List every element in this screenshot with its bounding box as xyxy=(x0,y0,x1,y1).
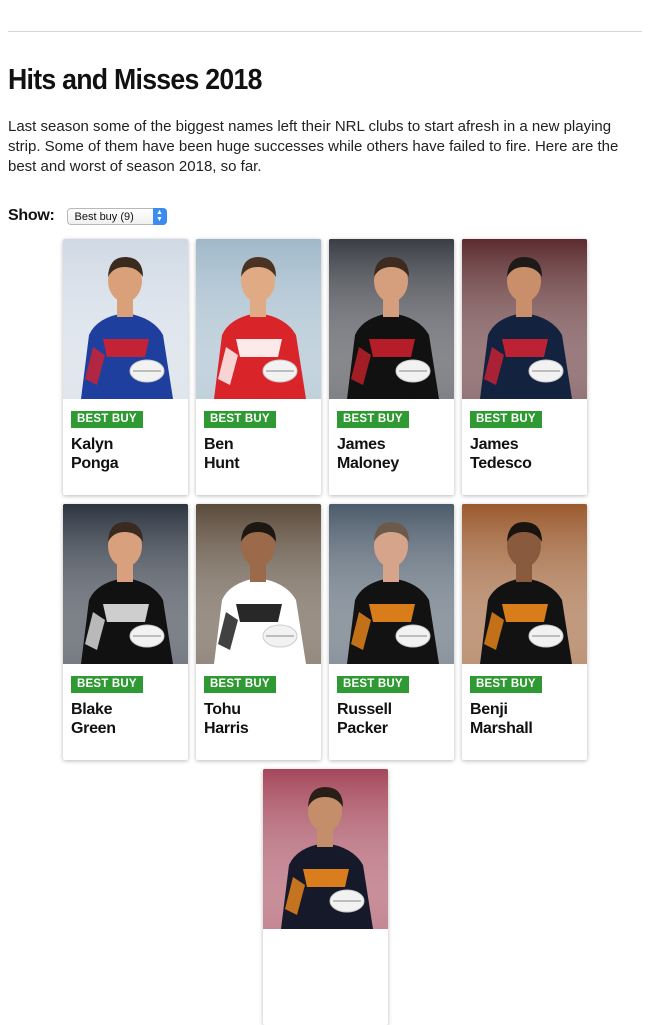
player-first-name: Ben xyxy=(204,436,234,453)
player-photo-illustration xyxy=(329,239,454,399)
status-badge: BEST BUY xyxy=(470,676,542,693)
player-last-name: Ponga xyxy=(71,455,119,472)
status-badge: BEST BUY xyxy=(204,411,276,428)
player-photo-illustration xyxy=(196,239,321,399)
intro-paragraph: Last season some of the biggest names le… xyxy=(8,118,619,175)
player-name: Russell Packer xyxy=(337,700,392,738)
player-photo-illustration xyxy=(63,504,188,664)
player-photo xyxy=(329,504,454,664)
player-photo-illustration xyxy=(263,769,388,929)
player-photo xyxy=(63,504,188,664)
player-photo xyxy=(462,504,587,664)
player-photo xyxy=(196,239,321,399)
player-name: Ben Hunt xyxy=(204,435,240,473)
status-badge: BEST BUY xyxy=(337,676,409,693)
filter-label: Show: xyxy=(8,207,55,224)
player-card[interactable]: BEST BUY Benji Marshall xyxy=(462,504,587,760)
player-name: James Maloney xyxy=(337,435,399,473)
player-last-name: Maloney xyxy=(337,455,399,472)
player-photo xyxy=(329,239,454,399)
player-last-name: Hunt xyxy=(204,455,240,472)
filter-row: Show: Best buy (9) ▲ ▼ xyxy=(8,207,167,225)
player-card[interactable]: BEST BUY James Maloney xyxy=(329,239,454,495)
player-first-name: Blake xyxy=(71,701,113,718)
player-last-name: Green xyxy=(71,720,116,737)
player-photo-illustration xyxy=(462,504,587,664)
filter-selected-value: Best buy (9) xyxy=(74,210,134,223)
status-badge: BEST BUY xyxy=(71,411,143,428)
player-photo-illustration xyxy=(63,239,188,399)
player-first-name: Tohu xyxy=(204,701,241,718)
player-first-name: James xyxy=(337,436,386,453)
player-card[interactable] xyxy=(263,769,388,1025)
status-badge: BEST BUY xyxy=(71,676,143,693)
status-badge: BEST BUY xyxy=(470,411,542,428)
player-card[interactable]: BEST BUY James Tedesco xyxy=(462,239,587,495)
page-title: Hits and Misses 2018 xyxy=(8,64,262,96)
player-first-name: Benji xyxy=(470,701,508,718)
player-last-name: Marshall xyxy=(470,720,533,737)
player-photo xyxy=(263,769,388,929)
player-first-name: James xyxy=(470,436,519,453)
player-photo-illustration xyxy=(196,504,321,664)
player-card[interactable]: BEST BUY Tohu Harris xyxy=(196,504,321,760)
player-photo xyxy=(196,504,321,664)
player-first-name: Russell xyxy=(337,701,392,718)
player-photo xyxy=(462,239,587,399)
player-photo-illustration xyxy=(462,239,587,399)
player-name: James Tedesco xyxy=(470,435,532,473)
player-first-name: Kalyn xyxy=(71,436,114,453)
filter-select[interactable]: Best buy (9) ▲ ▼ xyxy=(66,207,167,225)
player-name: Blake Green xyxy=(71,700,116,738)
player-name: Benji Marshall xyxy=(470,700,533,738)
player-last-name: Tedesco xyxy=(470,455,532,472)
player-last-name: Harris xyxy=(204,720,249,737)
status-badge: BEST BUY xyxy=(204,676,276,693)
player-card[interactable]: BEST BUY Kalyn Ponga xyxy=(63,239,188,495)
player-name: Kalyn Ponga xyxy=(71,435,119,473)
player-card[interactable]: BEST BUY Ben Hunt xyxy=(196,239,321,495)
player-photo-illustration xyxy=(329,504,454,664)
player-photo xyxy=(63,239,188,399)
top-divider xyxy=(8,31,642,32)
player-card[interactable]: BEST BUY Blake Green xyxy=(63,504,188,760)
player-name: Tohu Harris xyxy=(204,700,249,738)
player-last-name: Packer xyxy=(337,720,388,737)
select-arrows-icon: ▲ ▼ xyxy=(152,207,167,225)
player-card[interactable]: BEST BUY Russell Packer xyxy=(329,504,454,760)
status-badge: BEST BUY xyxy=(337,411,409,428)
